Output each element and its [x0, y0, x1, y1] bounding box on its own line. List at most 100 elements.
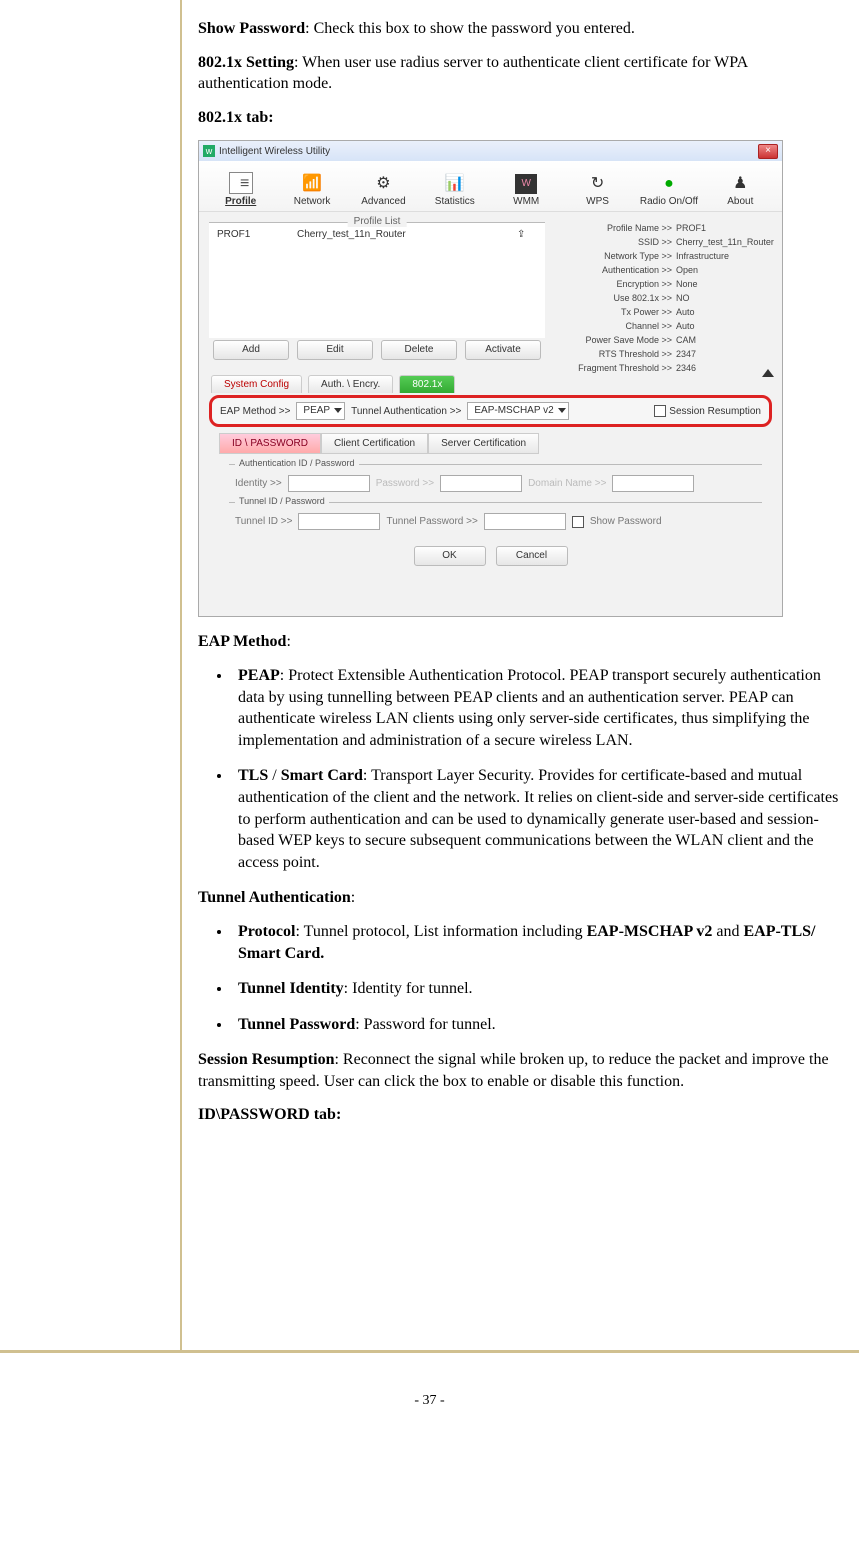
list-item: TLS / Smart Card: Transport Layer Securi…	[232, 765, 841, 873]
detail-label: Tx Power >>	[561, 306, 676, 320]
show-password-chk-label: Show Password	[590, 516, 662, 527]
protocol-label: Protocol	[238, 923, 295, 940]
toolbar-statistics[interactable]: Statistics	[419, 172, 490, 211]
password-label: Password >>	[376, 478, 434, 489]
activate-button[interactable]: Activate	[465, 340, 541, 360]
list-item: PEAP: Protect Extensible Authentication …	[232, 665, 841, 751]
detail-label: Encryption >>	[561, 278, 676, 292]
detail-value: 2346	[676, 362, 776, 376]
content-cell: Show Password: Check this box to show th…	[182, 0, 859, 1350]
cancel-button[interactable]: Cancel	[496, 546, 568, 566]
tunnel-password-input[interactable]	[484, 513, 566, 530]
dot1x-setting-label: 802.1x Setting	[198, 54, 294, 71]
toolbar-about[interactable]: About	[705, 172, 776, 211]
chevron-down-icon	[334, 408, 342, 413]
network-icon	[301, 174, 323, 194]
subtab-id-password[interactable]: ID \ PASSWORD	[219, 433, 321, 454]
fieldset-legend: Authentication ID / Password	[235, 458, 359, 468]
profile-name-cell: PROF1	[217, 229, 297, 240]
sub-tabs: ID \ PASSWORD Client Certification Serve…	[219, 433, 762, 454]
detail-label: Use 802.1x >>	[561, 292, 676, 306]
auth-id-password-fieldset: Authentication ID / Password Identity >>…	[229, 464, 762, 494]
close-icon[interactable]: ×	[758, 144, 778, 159]
tunnel-id-password-fieldset: Tunnel ID / Password Tunnel ID >> Tunnel…	[229, 502, 762, 532]
toolbar-advanced[interactable]: Advanced	[348, 172, 419, 211]
tab-8021x[interactable]: 802.1x	[399, 375, 455, 393]
tunnel-id-input[interactable]	[298, 513, 380, 530]
detail-value: 2347	[676, 348, 776, 362]
left-column-spacer	[0, 0, 182, 1350]
detail-label: Fragment Threshold >>	[561, 362, 676, 376]
list-item: Tunnel Password: Password for tunnel.	[232, 1014, 841, 1036]
gear-icon	[372, 174, 394, 194]
domain-input[interactable]	[612, 475, 694, 492]
detail-value: Open	[676, 264, 776, 278]
password-input[interactable]	[440, 475, 522, 492]
toolbar-profile[interactable]: Profile	[205, 170, 276, 211]
tunnel-auth-heading: Tunnel Authentication:	[198, 887, 841, 909]
detail-value: Cherry_test_11n_Router	[676, 236, 776, 250]
eap-method-select[interactable]: PEAP	[296, 402, 345, 420]
ok-button[interactable]: OK	[414, 546, 486, 566]
add-button[interactable]: Add	[213, 340, 289, 360]
session-resumption-label: Session Resumption	[669, 406, 761, 417]
tab-auth-encry[interactable]: Auth. \ Encry.	[308, 375, 393, 393]
edit-button[interactable]: Edit	[297, 340, 373, 360]
app-icon: w	[203, 145, 215, 157]
peap-desc: : Protect Extensible Authentication Prot…	[238, 667, 821, 749]
tunnel-password-label: Tunnel Password	[238, 1016, 355, 1033]
collapse-arrow-icon[interactable]	[762, 369, 774, 377]
detail-value: None	[676, 278, 776, 292]
toolbar-network[interactable]: Network	[276, 172, 347, 211]
subtab-server-cert[interactable]: Server Certification	[428, 433, 539, 454]
profile-list-fieldset: Profile List PROF1 Cherry_test_11n_Route…	[209, 222, 545, 338]
detail-label: RTS Threshold >>	[561, 348, 676, 362]
smartcard-label: Smart Card	[281, 767, 363, 784]
detail-value: PROF1	[676, 222, 776, 236]
idpw-area: Authentication ID / Password Identity >>…	[199, 454, 782, 532]
list-item: Protocol: Tunnel protocol, List informat…	[232, 921, 841, 964]
session-resumption-label: Session Resumption	[198, 1051, 334, 1068]
show-password-paragraph: Show Password: Check this box to show th…	[198, 18, 841, 40]
eap-method-heading: EAP Method:	[198, 631, 841, 653]
show-password-checkbox[interactable]	[572, 516, 584, 528]
toolbar-wmm[interactable]: WWMM	[491, 172, 562, 211]
dot1x-setting-paragraph: 802.1x Setting: When user use radius ser…	[198, 52, 841, 95]
detail-value: CAM	[676, 334, 776, 348]
session-resumption-paragraph: Session Resumption: Reconnect the signal…	[198, 1049, 841, 1092]
window-title: Intelligent Wireless Utility	[219, 146, 330, 157]
profile-signal-icon: ⇪	[517, 229, 537, 240]
titlebar: w Intelligent Wireless Utility ×	[199, 141, 782, 161]
tab-system-config[interactable]: System Config	[211, 375, 302, 393]
subtab-client-cert[interactable]: Client Certification	[321, 433, 428, 454]
profile-area: Profile List PROF1 Cherry_test_11n_Route…	[199, 212, 782, 367]
page-number: - 37 -	[0, 1393, 859, 1429]
toolbar-wps[interactable]: WPS	[562, 172, 633, 211]
eap-method-list: PEAP: Protect Extensible Authentication …	[198, 665, 841, 873]
detail-label: SSID >>	[561, 236, 676, 250]
session-resumption-checkbox[interactable]	[654, 405, 666, 417]
tunnel-auth-label: Tunnel Authentication >>	[351, 406, 461, 417]
stats-icon	[444, 174, 466, 194]
chevron-down-icon	[558, 408, 566, 413]
tunnel-id-label: Tunnel ID >>	[235, 516, 292, 527]
detail-label: Power Save Mode >>	[561, 334, 676, 348]
identity-label: Identity >>	[235, 478, 282, 489]
idpw-tab-heading: ID\PASSWORD tab:	[198, 1104, 841, 1126]
toolbar-radio[interactable]: Radio On/Off	[633, 172, 704, 211]
show-password-desc: : Check this box to show the password yo…	[305, 20, 635, 37]
list-item: Tunnel Identity: Identity for tunnel.	[232, 978, 841, 1000]
detail-value: Auto	[676, 320, 776, 334]
main-toolbar: Profile Network Advanced Statistics WWMM…	[199, 161, 782, 212]
detail-label: Profile Name >>	[561, 222, 676, 236]
identity-input[interactable]	[288, 475, 370, 492]
detail-value: Infrastructure	[676, 250, 776, 264]
dot1x-tab-heading: 802.1x tab:	[198, 107, 841, 129]
domain-label: Domain Name >>	[528, 478, 606, 489]
detail-label: Channel >>	[561, 320, 676, 334]
show-password-label: Show Password	[198, 20, 305, 37]
profile-icon	[229, 172, 253, 194]
profile-list-legend: Profile List	[348, 216, 407, 227]
delete-button[interactable]: Delete	[381, 340, 457, 360]
tunnel-auth-select[interactable]: EAP-MSCHAP v2	[467, 402, 568, 420]
